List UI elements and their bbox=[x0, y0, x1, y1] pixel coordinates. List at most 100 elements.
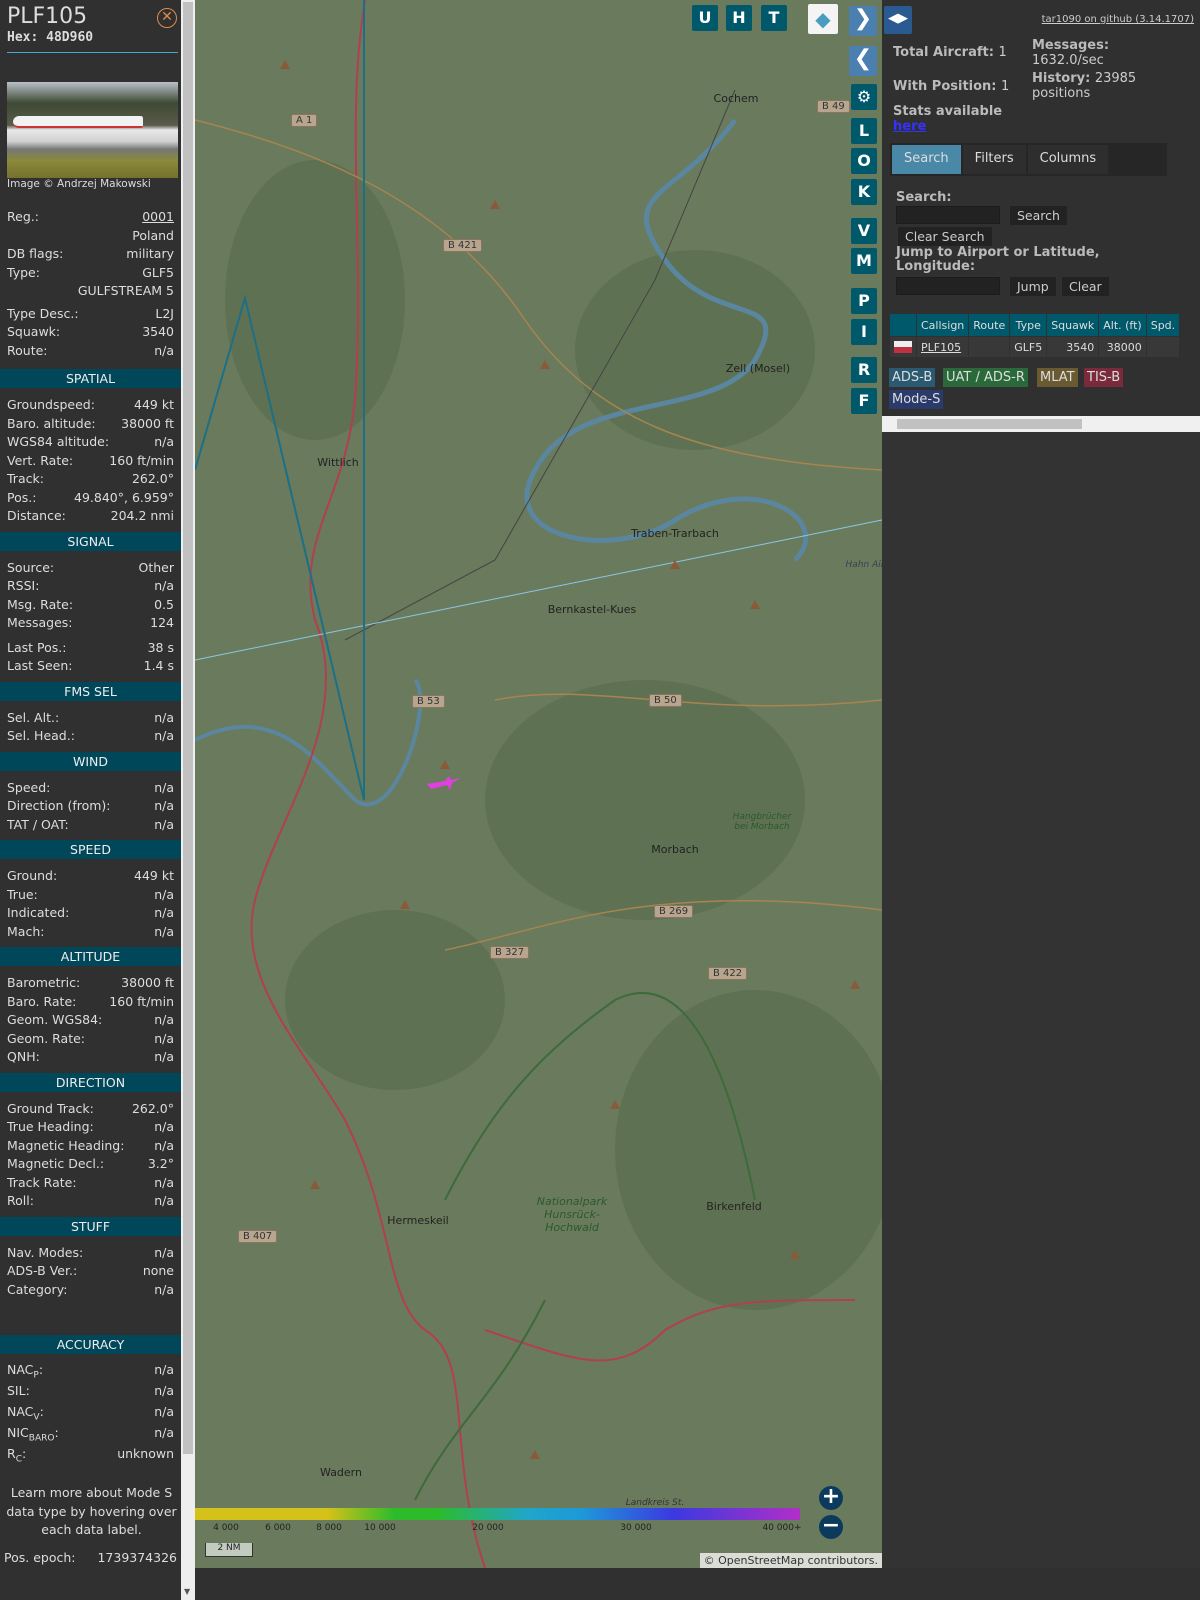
detail-label: NACP: bbox=[7, 1361, 43, 1382]
detail-label: True Heading: bbox=[7, 1119, 94, 1134]
info-rows: Reg.: 0001 Poland DB flags: military Type: GLF… bbox=[0, 208, 181, 360]
town-label: Zell (Mosel) bbox=[725, 362, 791, 375]
zoom-out-button[interactable]: − bbox=[819, 1515, 843, 1539]
search-button[interactable]: Search bbox=[1010, 206, 1067, 225]
map-button-h[interactable]: H bbox=[726, 5, 752, 31]
detail-value: 38000 ft bbox=[121, 975, 174, 990]
map-button-p[interactable]: P bbox=[851, 288, 877, 314]
detail-row: Squawk: 3540 bbox=[0, 323, 181, 342]
detail-value: 204.2 nmi bbox=[110, 508, 174, 523]
close-icon[interactable]: ✕ bbox=[157, 8, 177, 28]
col-callsign[interactable]: Callsign bbox=[917, 314, 969, 336]
detail-value: 1.4 s bbox=[143, 658, 174, 673]
detail-row: Msg. Rate: 0.5 bbox=[0, 596, 181, 615]
detail-row: Track: 262.0° bbox=[0, 470, 181, 489]
map-button-r[interactable]: R bbox=[851, 357, 877, 383]
map-button-m[interactable]: M bbox=[851, 248, 877, 274]
tab-filters[interactable]: Filters bbox=[962, 145, 1026, 174]
col-speed[interactable]: Spd. bbox=[1146, 314, 1180, 336]
detail-row: Baro. Rate: 160 ft/min bbox=[0, 993, 181, 1012]
map-features bbox=[195, 0, 882, 1568]
toggle-panel-icon[interactable]: ◀▶ bbox=[884, 6, 912, 34]
map-button-k[interactable]: K bbox=[851, 179, 877, 205]
detail-row: Messages: 124 bbox=[0, 614, 181, 633]
settings-gear-icon[interactable]: ⚙ bbox=[851, 84, 877, 110]
detail-row: Mach: n/a bbox=[0, 923, 181, 942]
zoom-in-button[interactable]: + bbox=[819, 1486, 843, 1510]
aircraft-photo[interactable] bbox=[7, 82, 178, 178]
col-squawk[interactable]: Squawk bbox=[1047, 314, 1099, 336]
left-panel-scrollbar[interactable]: ▼ bbox=[181, 0, 195, 1600]
with-position-value: 1 bbox=[1001, 79, 1010, 94]
jump-input[interactable] bbox=[896, 277, 1000, 295]
col-altitude[interactable]: Alt. (ft) bbox=[1099, 314, 1146, 336]
map-button-u[interactable]: U bbox=[692, 5, 718, 31]
col-flag[interactable] bbox=[890, 314, 916, 336]
detail-row: True: n/a bbox=[0, 886, 181, 905]
jump-button[interactable]: Jump bbox=[1010, 277, 1056, 296]
label-main: R bbox=[7, 1446, 16, 1461]
map-button-f[interactable]: F bbox=[851, 388, 877, 414]
map-button-l[interactable]: L bbox=[851, 118, 877, 144]
with-position-label: With Position: bbox=[893, 79, 997, 94]
detail-row: NACV: n/a bbox=[0, 1403, 181, 1424]
col-type[interactable]: Type bbox=[1010, 314, 1047, 336]
table-horizontal-scrollbar[interactable] bbox=[882, 416, 1200, 432]
row-callsign[interactable]: PLF105 bbox=[917, 337, 969, 357]
pos-epoch-value: 1739374326 bbox=[97, 1550, 177, 1565]
detail-value: n/a bbox=[154, 886, 174, 902]
label-colon: : bbox=[38, 1362, 44, 1377]
table-row[interactable]: PLF105 GLF5 3540 38000 bbox=[890, 337, 1180, 357]
detail-value: 3540 bbox=[142, 324, 174, 339]
detail-value: n/a bbox=[154, 1174, 174, 1190]
github-link[interactable]: tar1090 on github (3.14.1707) bbox=[1042, 14, 1194, 25]
layers-icon[interactable]: ◆ bbox=[808, 4, 838, 34]
section-header: ALTITUDE bbox=[0, 947, 181, 966]
col-route[interactable]: Route bbox=[969, 314, 1010, 336]
detail-value: 3.2° bbox=[147, 1156, 174, 1171]
label-colon: : bbox=[21, 1446, 27, 1461]
detail-label: Track Rate: bbox=[7, 1174, 77, 1190]
aircraft-list-panel: ◀▶ tar1090 on github (3.14.1707) Total A… bbox=[882, 0, 1200, 1568]
map-button-t[interactable]: T bbox=[761, 5, 787, 31]
detail-row: Route: n/a bbox=[0, 342, 181, 361]
detail-label: Reg.: bbox=[7, 209, 39, 224]
expand-right-icon[interactable]: ❯ bbox=[849, 6, 877, 36]
detail-row: Track Rate: n/a bbox=[0, 1174, 181, 1193]
stats-label: Stats available bbox=[893, 104, 1003, 119]
detail-label: Geom. Rate: bbox=[7, 1030, 86, 1046]
tab-search[interactable]: Search bbox=[892, 145, 961, 174]
detail-label: Direction (from): bbox=[7, 798, 111, 813]
detail-label: Source: bbox=[7, 559, 55, 575]
map-button-i[interactable]: I bbox=[851, 319, 877, 345]
clear-search-button[interactable]: Clear Search bbox=[898, 227, 992, 246]
divider bbox=[7, 52, 178, 53]
town-label: Traben-Trarbach bbox=[631, 527, 719, 540]
stats-link[interactable]: here bbox=[893, 119, 926, 134]
search-input[interactable] bbox=[896, 206, 1000, 224]
label-main: NIC bbox=[7, 1425, 29, 1440]
collapse-left-icon[interactable]: ❮ bbox=[849, 46, 877, 76]
clear-button[interactable]: Clear bbox=[1062, 277, 1109, 296]
detail-label: NACV: bbox=[7, 1403, 44, 1424]
map-attribution[interactable]: © OpenStreetMap contributors. bbox=[699, 1553, 882, 1568]
road-shield: B 53 bbox=[412, 695, 445, 708]
detail-label: Distance: bbox=[7, 508, 66, 523]
map-button-o[interactable]: O bbox=[851, 148, 877, 174]
detail-row: Pos.: 49.840°, 6.959° bbox=[0, 489, 181, 508]
registration-link[interactable]: 0001 bbox=[142, 208, 174, 227]
legend-tick: 4 000 bbox=[213, 1523, 239, 1533]
tab-columns[interactable]: Columns bbox=[1027, 145, 1109, 174]
total-aircraft-value: 1 bbox=[998, 45, 1007, 60]
map-button-v[interactable]: V bbox=[851, 218, 877, 244]
map[interactable]: Cochem Zell (Mosel) Wittlich Traben-Trar… bbox=[195, 0, 882, 1568]
detail-value: n/a bbox=[154, 1119, 174, 1134]
detail-row: Source: Other bbox=[0, 559, 181, 578]
detail-row: Category: n/a bbox=[0, 1281, 181, 1300]
detail-row: GULFSTREAM 5 bbox=[0, 282, 181, 301]
detail-value: n/a bbox=[154, 1049, 174, 1064]
help-text: Learn more about Mode S data type by hov… bbox=[6, 1485, 177, 1537]
road-shield: B 421 bbox=[443, 239, 483, 252]
scale-bar: 2 NM bbox=[205, 1543, 253, 1557]
detail-value: n/a bbox=[154, 342, 174, 358]
